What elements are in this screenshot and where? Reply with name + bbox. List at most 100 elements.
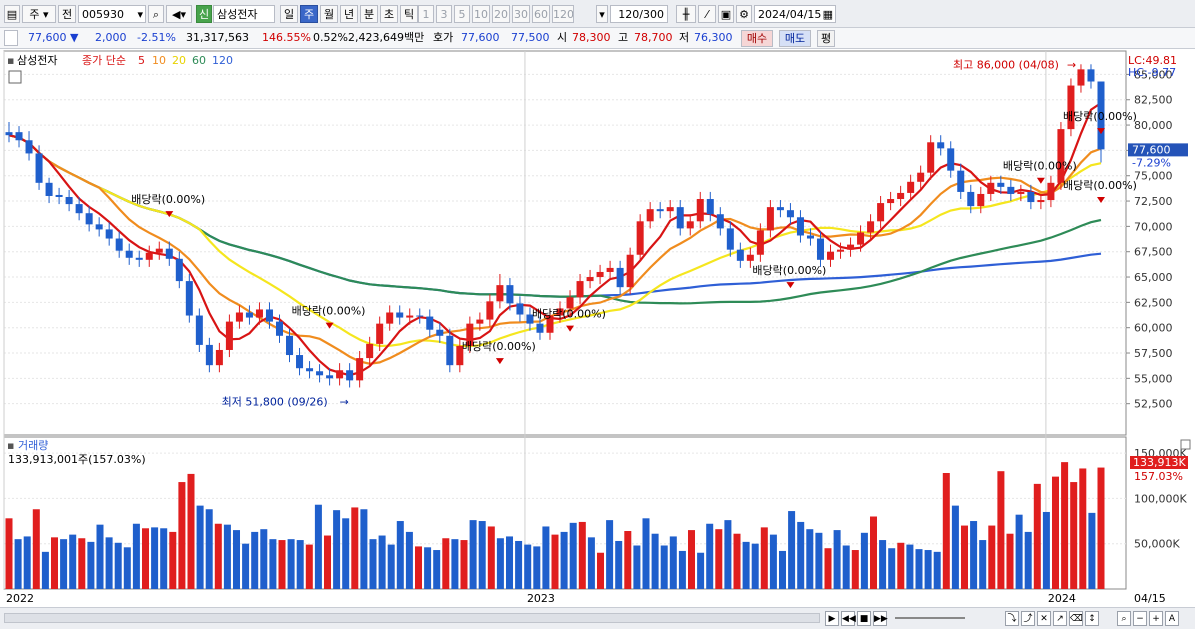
timeframe-3[interactable]: 년	[340, 5, 358, 23]
candle-type-icon[interactable]: ╫	[676, 5, 696, 23]
minute-preset-6[interactable]: 60	[532, 5, 550, 23]
stock-chart[interactable]: 배당락(0.00%) 배당락(0.00%) 배당락(0.00%) 배당락(0.00%)…	[0, 49, 1195, 607]
trend-tool-icon[interactable]: ↗	[1053, 611, 1067, 626]
candle-body	[666, 207, 674, 212]
candle-body	[115, 238, 123, 251]
minute-preset-1[interactable]: 3	[436, 5, 452, 23]
volume-bar	[451, 539, 459, 589]
speaker-icon[interactable]: ◀▾	[166, 5, 192, 23]
x-tick-label: 2023	[527, 592, 555, 605]
price-tick-label: 82,500	[1134, 94, 1173, 107]
candle-body	[85, 213, 93, 225]
volume-bar	[305, 544, 313, 589]
stop-icon[interactable]: ■	[857, 611, 871, 626]
minute-preset-0[interactable]: 1	[418, 5, 434, 23]
save-icon[interactable]: ▣	[718, 5, 734, 23]
candle-body	[356, 358, 364, 381]
candle-body	[35, 153, 43, 183]
preset-dropdown[interactable]: ▾	[596, 5, 608, 23]
candle-body	[987, 182, 995, 194]
bottom-bar: ▶ ◀◀ ■ ▶▶ ⤵ ⤴ ✕ ↗ ⌫ ↕ ⌕ − + A	[0, 607, 1195, 629]
scroll-last-icon[interactable]: ▶▶	[873, 611, 888, 626]
period-type-select[interactable]: 주 ▾	[22, 5, 56, 23]
volume-bar	[979, 540, 987, 589]
price-tick-label: 55,000	[1134, 372, 1173, 385]
volume-bar	[751, 543, 759, 589]
candle-body	[316, 371, 324, 376]
candle-body	[55, 194, 63, 197]
x-tick-label: 2024	[1048, 592, 1076, 605]
price-tick-label: 62,500	[1134, 296, 1173, 309]
price-tick-label: 80,000	[1134, 119, 1173, 132]
ex-dividend-label: 배당락(0.00%)	[1063, 110, 1137, 123]
candle-body	[706, 199, 714, 215]
sell-button[interactable]: 매도	[779, 30, 811, 47]
candle-body	[746, 254, 754, 261]
candle-body	[887, 199, 895, 204]
search-icon[interactable]: ⌕	[148, 5, 164, 23]
market-button[interactable]: 전	[58, 5, 76, 23]
high-label: 고	[618, 31, 629, 44]
zoom-slider[interactable]	[895, 617, 965, 619]
candle-body	[1087, 69, 1095, 82]
candle-body	[286, 335, 294, 356]
cross-tool-icon[interactable]: ✕	[1037, 611, 1051, 626]
candle-body	[155, 248, 163, 253]
volume-bar	[342, 518, 350, 589]
volume-bar	[141, 528, 150, 589]
buy-button[interactable]: 매수	[741, 30, 773, 47]
candle-body	[586, 277, 594, 282]
timeframe-5[interactable]: 초	[380, 5, 398, 23]
volume-panel-close-icon[interactable]	[1180, 439, 1191, 450]
draw-tool-icon[interactable]: ⁄	[698, 5, 716, 23]
candle-body	[997, 182, 1005, 187]
minute-preset-2[interactable]: 5	[454, 5, 470, 23]
timeframe-0[interactable]: 일	[280, 5, 298, 23]
minute-preset-7[interactable]: 120	[552, 5, 574, 23]
candle-body	[736, 249, 744, 261]
timeframe-2[interactable]: 월	[320, 5, 338, 23]
font-size-icon[interactable]: A	[1165, 611, 1179, 626]
volume-bar	[897, 542, 905, 589]
fibo-tool-icon[interactable]: ⤴	[1021, 611, 1035, 626]
eval-button[interactable]: 평	[817, 30, 835, 47]
zoom-out-icon[interactable]: −	[1133, 611, 1147, 626]
table-icon[interactable]	[8, 70, 22, 84]
low-price: 76,300	[694, 31, 733, 44]
stock-name-field[interactable]: 삼성전자	[213, 5, 275, 23]
minute-preset-4[interactable]: 20	[492, 5, 510, 23]
volume-bar	[706, 523, 714, 589]
volume-bar	[551, 534, 559, 589]
eraser-icon[interactable]: ⌫	[1069, 611, 1083, 626]
minute-preset-5[interactable]: 30	[512, 5, 530, 23]
x-tick-label: 2022	[6, 592, 34, 605]
zoom-icon[interactable]: ⌕	[1117, 611, 1131, 626]
alert-checkbox[interactable]	[4, 30, 18, 46]
volume-bar	[596, 552, 605, 589]
candle-body	[796, 217, 804, 236]
zoom-in-icon[interactable]: +	[1149, 611, 1163, 626]
chart-scrollbar[interactable]	[4, 613, 820, 623]
gear-icon[interactable]: ⚙	[736, 5, 752, 23]
volume-bar	[569, 522, 577, 589]
volume-bar	[924, 550, 932, 589]
minute-preset-3[interactable]: 10	[472, 5, 490, 23]
view-count-field[interactable]: 120/300	[610, 5, 668, 23]
chart-settings-icon[interactable]: ▤	[4, 5, 20, 23]
date-field[interactable]: 2024/04/15 ▦	[754, 5, 836, 23]
timeframe-1[interactable]: 주	[300, 5, 318, 23]
price-change: 2,000	[95, 31, 127, 44]
timeframe-4[interactable]: 분	[360, 5, 378, 23]
scroll-first-icon[interactable]: ◀◀	[841, 611, 856, 626]
stock-code-field[interactable]: 005930 ▾	[78, 5, 146, 23]
line-tool-icon[interactable]: ⤵	[1005, 611, 1019, 626]
candle-body	[776, 207, 784, 211]
candle-body	[195, 315, 203, 345]
volume-bar	[815, 532, 823, 589]
arrow-tool-icon[interactable]: ↕	[1085, 611, 1099, 626]
volume-bar	[505, 536, 514, 589]
candle-body	[105, 229, 113, 239]
scroll-right-icon[interactable]: ▶	[825, 611, 839, 626]
candle-body	[396, 312, 404, 318]
timeframe-6[interactable]: 틱	[400, 5, 418, 23]
